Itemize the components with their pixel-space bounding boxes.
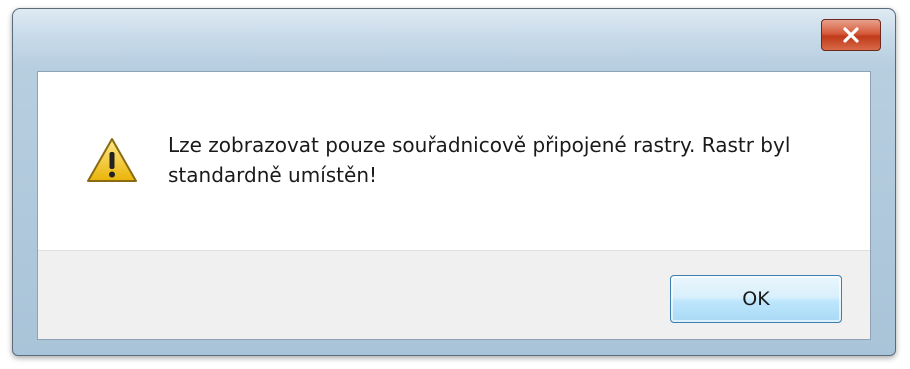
close-icon	[843, 27, 859, 43]
dialog-message: Lze zobrazovat pouze souřadnicově připoj…	[168, 133, 791, 187]
dialog-body: Lze zobrazovat pouze souřadnicově připoj…	[37, 71, 871, 340]
message-area: Lze zobrazovat pouze souřadnicově připoj…	[38, 72, 870, 250]
button-area: OK	[38, 250, 870, 339]
ok-button[interactable]: OK	[670, 275, 842, 323]
warning-icon	[87, 138, 137, 182]
title-bar[interactable]	[13, 9, 895, 71]
close-button[interactable]	[821, 19, 881, 51]
dialog-window: Lze zobrazovat pouze souřadnicově připoj…	[12, 8, 896, 356]
